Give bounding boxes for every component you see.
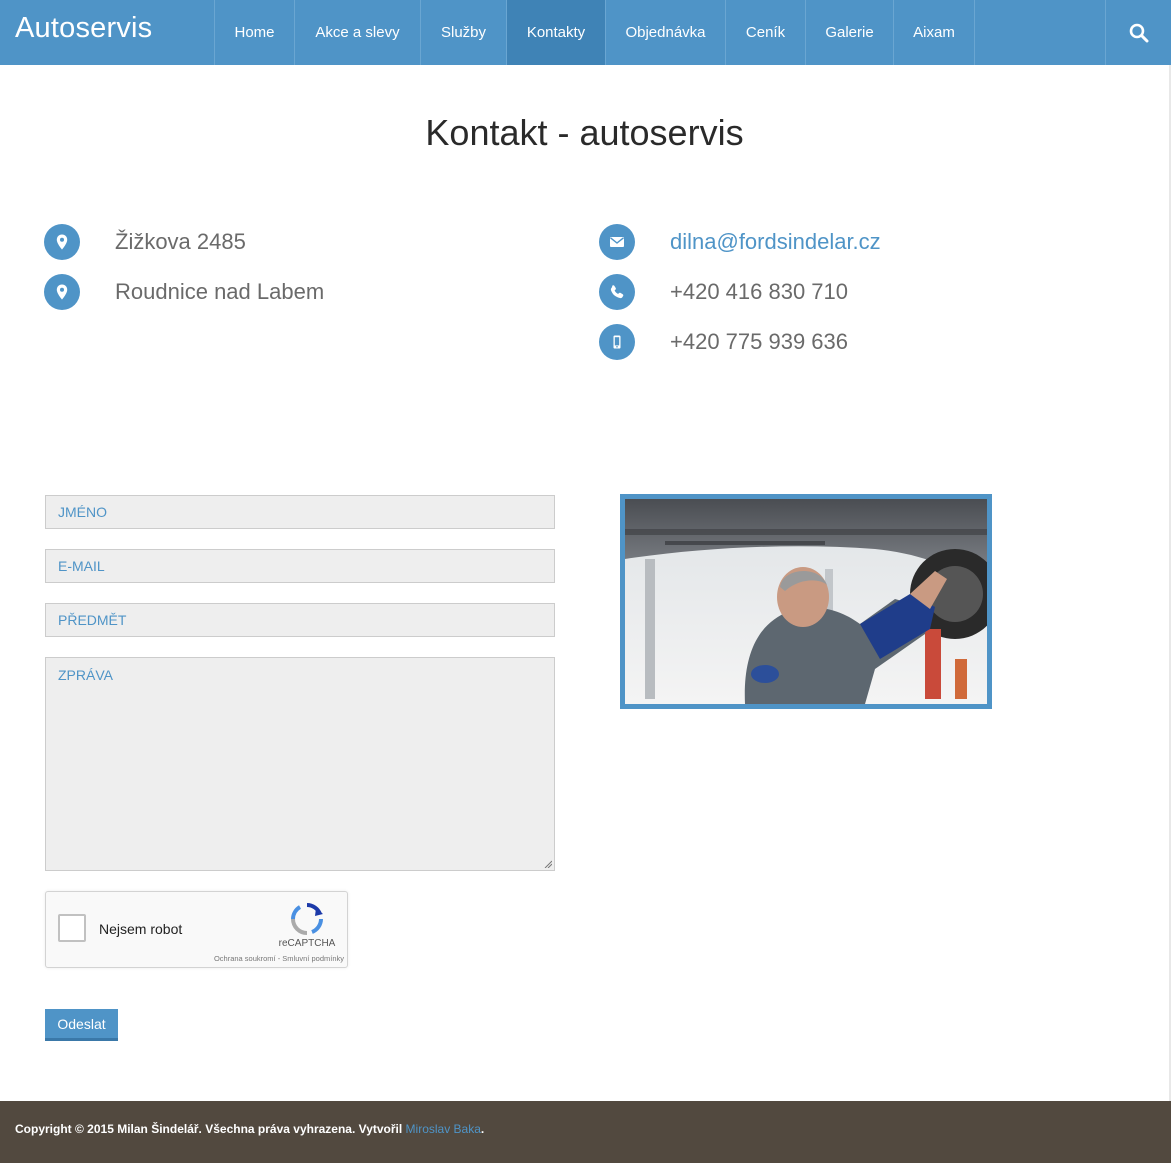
brand-logo[interactable]: Autoservis xyxy=(15,12,152,45)
phone-row: +420 416 830 710 xyxy=(599,274,848,310)
nav-item-galerie[interactable]: Galerie xyxy=(805,0,893,65)
message-placeholder: ZPRÁVA xyxy=(58,667,113,683)
address-city: Roudnice nad Labem xyxy=(115,279,325,304)
email-input[interactable]: E-MAIL xyxy=(45,549,555,583)
footer-copyright: Copyright © 2015 Milan Šindelář. Všechna… xyxy=(15,1122,484,1136)
recaptcha-checkbox[interactable] xyxy=(58,914,86,942)
footer: Copyright © 2015 Milan Šindelář. Všechna… xyxy=(0,1101,1171,1163)
mechanic-under-car-image xyxy=(625,499,987,704)
recaptcha-label: Nejsem robot xyxy=(99,921,183,937)
nav-item-akce-a-slevy[interactable]: Akce a slevy xyxy=(294,0,420,65)
author-link[interactable]: Miroslav Baka xyxy=(406,1122,481,1136)
nav-item-aixam[interactable]: Aixam xyxy=(893,0,975,65)
copyright-suffix: . xyxy=(480,1122,485,1136)
search-icon xyxy=(1129,23,1148,42)
page-title: Kontakt - autoservis xyxy=(425,112,744,153)
address-street: Žižkova 2485 xyxy=(115,229,246,254)
email-link[interactable]: dilna@fordsindelar.cz xyxy=(670,229,881,255)
recaptcha-brand: reCAPTCHA xyxy=(278,938,336,949)
resize-grip-icon[interactable] xyxy=(544,860,552,868)
subject-input[interactable]: PŘEDMĚT xyxy=(45,603,555,637)
navbar: Autoservis Home Akce a slevy Služby Kont… xyxy=(0,0,1171,65)
envelope-icon xyxy=(599,224,635,260)
nav-item-kontakty[interactable]: Kontakty xyxy=(506,0,605,65)
email-row: dilna@fordsindelar.cz xyxy=(599,224,881,260)
recaptcha-widget: Nejsem robot reCAPTCHA Ochrana soukromí … xyxy=(45,891,348,968)
search-button[interactable] xyxy=(1105,0,1171,65)
recaptcha-terms-link[interactable]: Ochrana soukromí - Smluvní podmínky xyxy=(186,954,344,963)
message-textarea[interactable]: ZPRÁVA xyxy=(45,657,555,871)
name-input[interactable]: JMÉNO xyxy=(45,495,555,529)
mobile-number[interactable]: +420 775 939 636 xyxy=(670,329,848,355)
submit-button[interactable]: Odeslat xyxy=(45,1009,118,1041)
mobile-row: +420 775 939 636 xyxy=(599,324,848,360)
mobile-icon xyxy=(599,324,635,360)
phone-number[interactable]: +420 416 830 710 xyxy=(670,279,848,305)
map-marker-icon xyxy=(44,274,80,310)
phone-icon xyxy=(599,274,635,310)
recaptcha-logo-icon xyxy=(291,903,323,935)
nav-item-home[interactable]: Home xyxy=(214,0,294,65)
nav-item-cenik[interactable]: Ceník xyxy=(725,0,805,65)
address-line2-row: Roudnice nad Labem xyxy=(44,274,324,310)
copyright-text: Copyright © 2015 Milan Šindelář. Všechna… xyxy=(15,1122,406,1136)
main-nav: Home Akce a slevy Služby Kontakty Objedn… xyxy=(214,0,975,65)
map-marker-icon xyxy=(44,224,80,260)
nav-item-sluzby[interactable]: Služby xyxy=(420,0,506,65)
nav-item-objednavka[interactable]: Objednávka xyxy=(605,0,725,65)
address-line1-row: Žižkova 2485 xyxy=(44,224,246,260)
mechanic-photo xyxy=(620,494,992,709)
